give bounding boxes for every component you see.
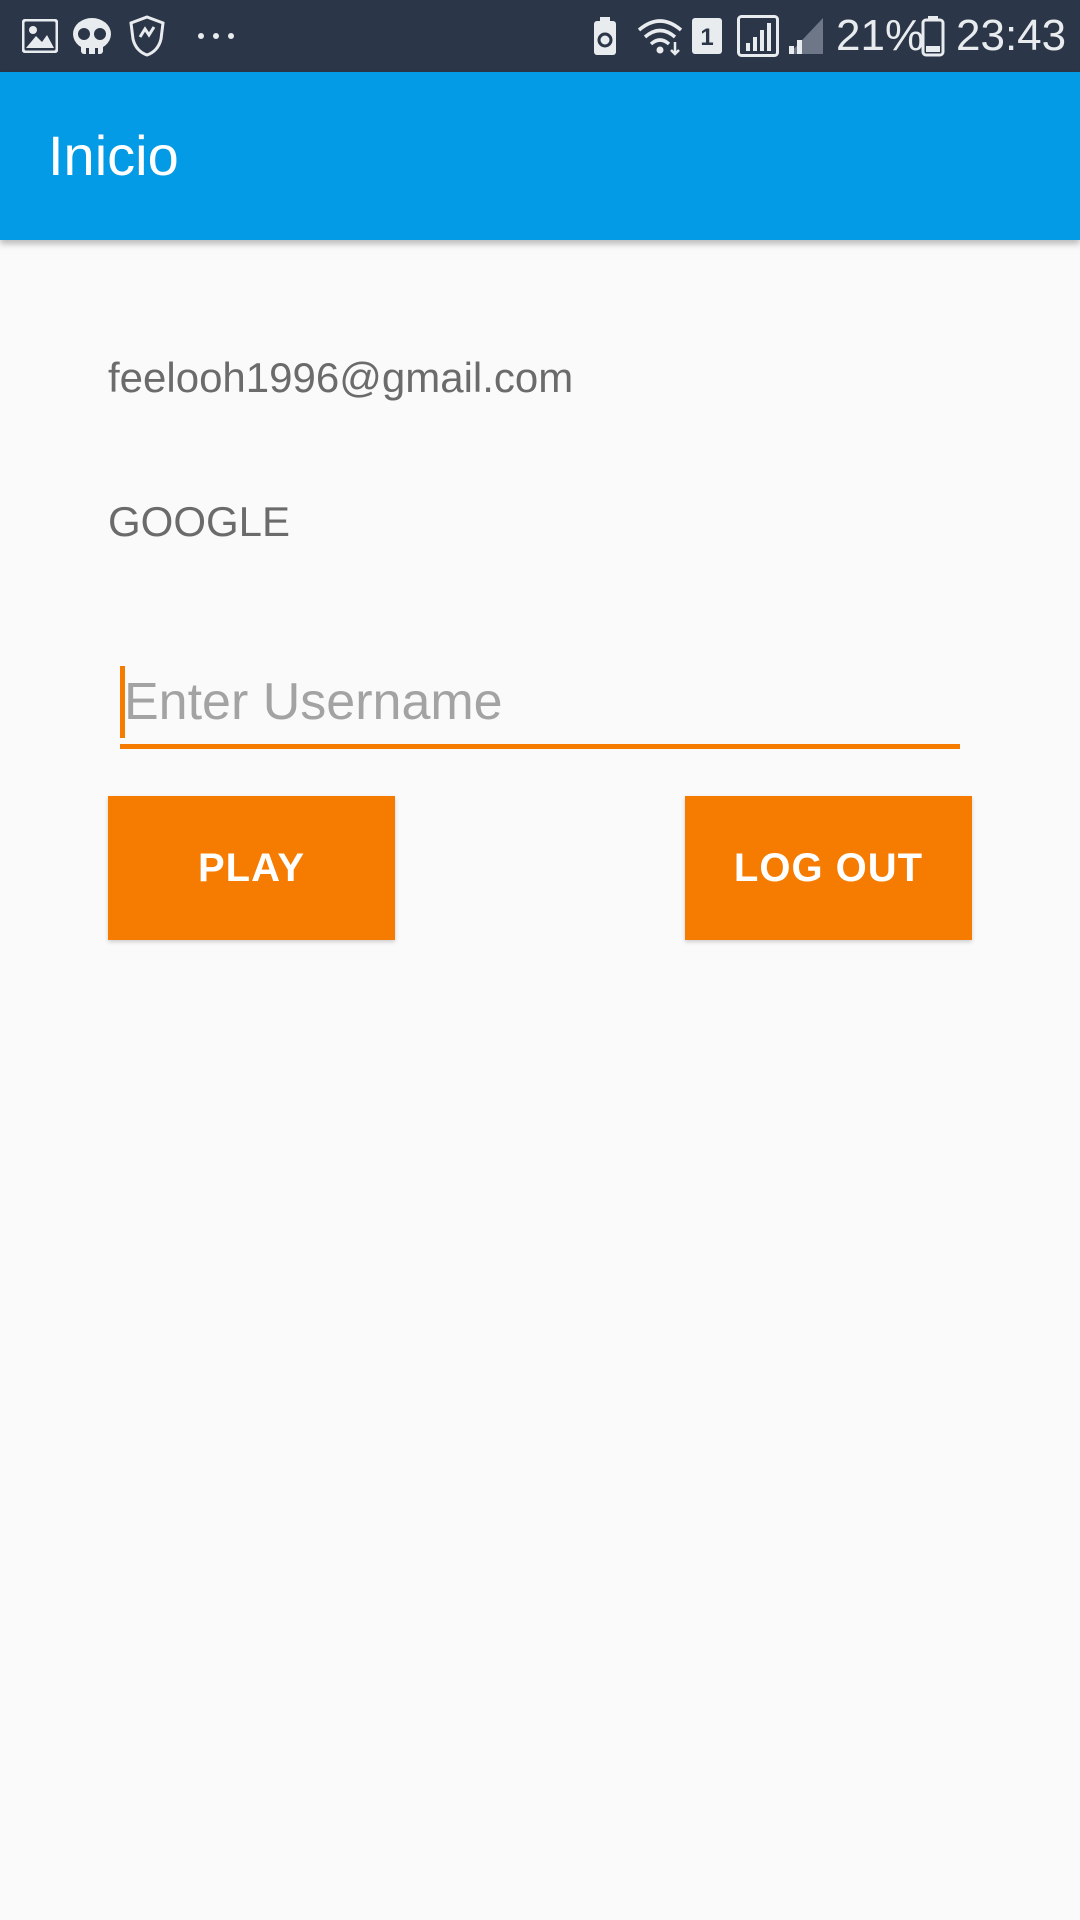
clock: 23:43 (956, 11, 1067, 60)
wifi-icon (634, 14, 686, 58)
svg-text:1: 1 (700, 24, 713, 51)
shield-icon (126, 14, 168, 58)
account-email: feelooh1996@gmail.com (108, 354, 574, 401)
status-bar: 1 21% 23:43 (0, 0, 1080, 72)
logout-button[interactable]: LOG OUT (685, 796, 972, 940)
page-title: Inicio (48, 124, 179, 187)
username-underline (120, 744, 960, 749)
username-field[interactable] (120, 660, 960, 750)
play-button[interactable]: PLAY (108, 796, 395, 940)
signal-weak-icon (786, 14, 826, 58)
sim-1-icon: 1 (690, 14, 724, 58)
username-input[interactable] (120, 660, 960, 744)
app-bar: Inicio (0, 72, 1080, 240)
battery-icon (920, 14, 946, 58)
more-dots-icon (194, 14, 238, 58)
account-provider: GOOGLE (108, 498, 291, 545)
skull-icon (70, 14, 114, 58)
battery-saver-icon (590, 14, 620, 58)
gallery-icon (20, 14, 60, 58)
signal-icon (736, 14, 780, 58)
battery-percent: 21% (836, 11, 925, 60)
